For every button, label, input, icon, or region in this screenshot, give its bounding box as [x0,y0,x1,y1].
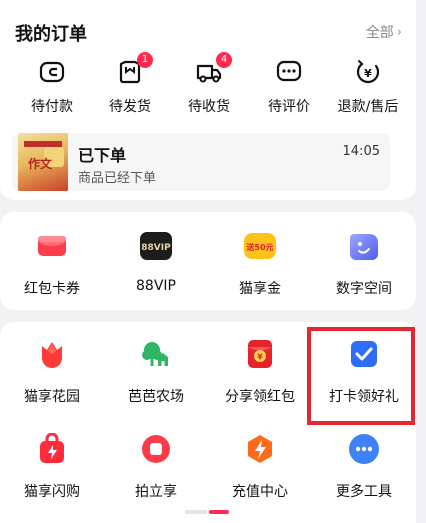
latest-order-description: 商品已经下单 [78,171,157,186]
latest-order-entry[interactable]: 作文 已下单 商品已经下单 14:05 [12,133,390,191]
tool-label: 更多工具 [336,484,392,500]
wallet-icon [38,58,66,86]
chevron-right-icon: › [396,24,402,40]
snap-share-icon [140,433,172,465]
cat-gold-icon-text: 送50元 [245,242,273,252]
all-orders-link[interactable]: 全部 › [366,22,402,42]
order-tab-pending-review[interactable]: 待评价 [247,58,331,116]
tool-recharge-center[interactable]: 充值中心 [208,433,312,501]
service-label: 猫享金 [239,281,281,297]
refund-icon: ¥ [354,58,382,86]
order-tab-refund-aftersales[interactable]: ¥ 退款/售后 [326,58,410,116]
share-red-packet-icon: ¥ [244,338,276,370]
book-cover-thumbnail: 作文 [18,133,68,191]
order-status-row: 待付款 1 待发货 4 待收货 待评价 ¥ 退款/售后 [0,52,416,120]
my-orders-card: 我的订单 全部 › 待付款 1 待发货 4 待收货 待评价 ¥ 退款/售后 作文… [0,0,416,200]
tool-share-red-packet[interactable]: ¥ 分享领红包 [208,338,312,406]
tulip-icon [36,338,68,370]
order-tab-label: 待收货 [188,99,230,115]
service-red-envelope-coupons[interactable]: 红包卡券 [0,230,104,298]
pending-shipment-badge: 1 [137,52,153,68]
tool-label: 拍立享 [135,484,177,500]
svg-text:¥: ¥ [364,67,372,80]
tool-label: 芭芭农场 [128,389,184,405]
delivery-truck-icon: 4 [195,52,232,86]
package-icon: 1 [116,52,153,86]
cat-gold-coupon-icon: 送50元 [244,230,276,262]
order-tab-label: 待付款 [31,99,73,115]
pending-receipt-badge: 4 [216,52,232,68]
page-indicator[interactable] [185,510,229,514]
tool-label: 分享领红包 [225,389,295,405]
tool-label: 充值中心 [232,484,288,500]
digital-space-icon [348,230,380,262]
service-label: 红包卡券 [24,281,80,297]
flash-buy-bag-icon [36,432,68,465]
tool-baba-farm[interactable]: 芭芭农场 [104,338,208,406]
tool-label: 猫享花园 [24,389,80,405]
red-envelope-icon [36,230,68,262]
svg-text:¥: ¥ [257,353,263,362]
page-indicator-dot-active [209,510,229,514]
order-tab-pending-receipt[interactable]: 4 待收货 [167,52,251,116]
service-label: 88VIP [136,278,176,294]
all-orders-label: 全部 [365,25,394,41]
service-label: 数字空间 [336,281,392,297]
order-tab-label: 退款/售后 [337,99,399,115]
tool-more-tools[interactable]: 更多工具 [312,433,416,501]
service-88vip[interactable]: 88VIP 88VIP [104,230,208,294]
farm-tree-icon [140,338,172,370]
highlight-annotation-box [307,327,415,425]
tool-snap-share[interactable]: 拍立享 [104,433,208,501]
thumbnail-text: 作文 [28,157,53,171]
order-tab-label: 待发货 [109,99,151,115]
88vip-icon: 88VIP [140,230,172,262]
latest-order-status: 已下单 [78,146,127,165]
recharge-lightning-icon [244,433,276,465]
order-tab-pending-payment[interactable]: 待付款 [10,58,94,116]
services-card: 红包卡券 88VIP 88VIP 送50元 猫享金 数字空间 [0,212,416,310]
88vip-icon-text: 88VIP [141,243,171,253]
service-digital-space[interactable]: 数字空间 [312,230,416,298]
page-indicator-dot [185,510,207,514]
tool-cat-garden[interactable]: 猫享花园 [0,338,104,406]
service-cat-gold[interactable]: 送50元 猫享金 [208,230,312,298]
tool-flash-buy[interactable]: 猫享闪购 [0,432,104,501]
latest-order-time: 14:05 [342,144,380,159]
more-dots-icon [348,433,380,465]
tool-label: 猫享闪购 [24,484,80,500]
orders-title: 我的订单 [15,24,87,45]
order-tab-pending-shipment[interactable]: 1 待发货 [88,52,172,116]
order-tab-label: 待评价 [268,99,310,115]
comment-icon [275,58,303,86]
